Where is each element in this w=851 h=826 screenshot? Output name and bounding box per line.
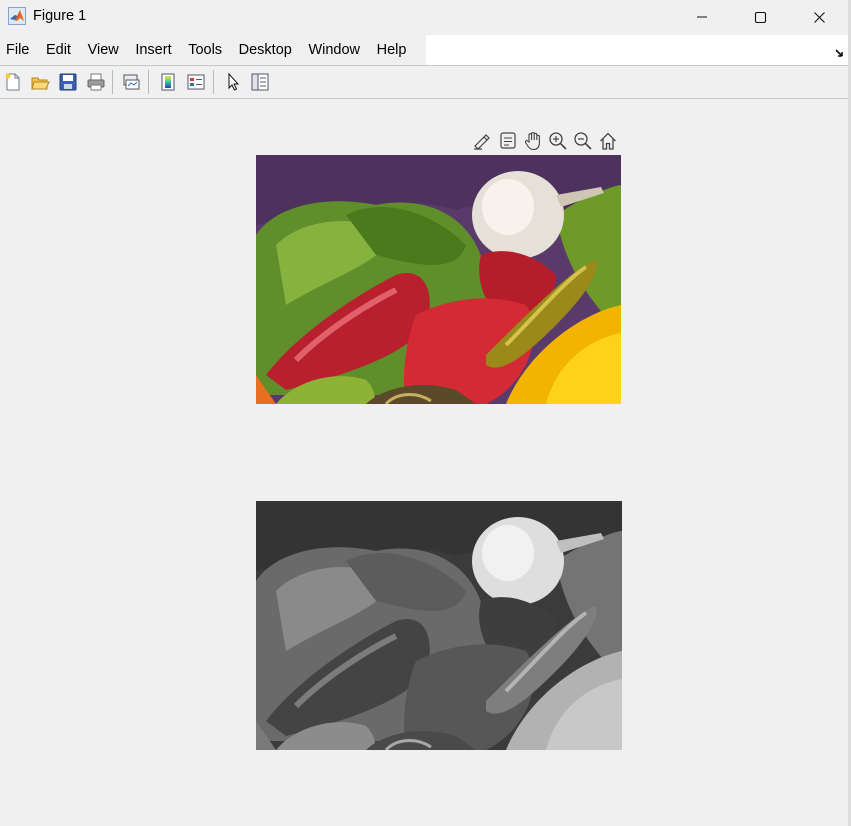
menu-divider bbox=[0, 65, 851, 66]
window-title: Figure 1 bbox=[33, 8, 87, 24]
menu-file[interactable]: File bbox=[0, 35, 38, 65]
axes-toolbar bbox=[471, 130, 621, 152]
zoom-out-icon[interactable] bbox=[572, 130, 594, 152]
toolbar-separator bbox=[148, 70, 149, 94]
matlab-logo-icon bbox=[8, 7, 26, 25]
save-icon[interactable] bbox=[56, 70, 80, 94]
property-inspector-icon[interactable] bbox=[248, 70, 272, 94]
restore-view-icon[interactable] bbox=[597, 130, 619, 152]
menu-help[interactable]: Help bbox=[368, 35, 414, 65]
grayscale-peppers-image[interactable] bbox=[256, 501, 622, 750]
dock-figure-icon[interactable] bbox=[835, 45, 845, 63]
new-figure-icon[interactable] bbox=[1, 70, 25, 94]
menu-tools[interactable]: Tools bbox=[180, 35, 230, 65]
insert-legend-icon[interactable] bbox=[184, 70, 208, 94]
figure-toolbar bbox=[0, 67, 851, 98]
toolbar-separator bbox=[213, 70, 214, 94]
toolbar-separator bbox=[112, 70, 113, 94]
minimize-icon bbox=[697, 16, 707, 18]
menu-strip-fill bbox=[426, 35, 851, 65]
print-icon[interactable] bbox=[84, 70, 108, 94]
title-bar: Figure 1 bbox=[0, 0, 851, 34]
menu-list: File Edit View Insert Tools Desktop Wind… bbox=[0, 35, 426, 65]
menu-window[interactable]: Window bbox=[300, 35, 368, 65]
maximize-button[interactable] bbox=[732, 0, 788, 34]
brush-icon[interactable] bbox=[471, 130, 493, 152]
color-peppers-image[interactable] bbox=[256, 155, 621, 404]
edit-plot-icon[interactable] bbox=[221, 70, 245, 94]
menu-view[interactable]: View bbox=[79, 35, 127, 65]
menu-edit[interactable]: Edit bbox=[38, 35, 80, 65]
close-button[interactable] bbox=[791, 0, 847, 34]
open-file-icon[interactable] bbox=[28, 70, 52, 94]
insert-colorbar-icon[interactable] bbox=[156, 70, 180, 94]
maximize-icon bbox=[754, 11, 766, 23]
minimize-button[interactable] bbox=[674, 0, 730, 34]
link-plot-icon[interactable] bbox=[119, 70, 143, 94]
pan-icon[interactable] bbox=[522, 130, 544, 152]
menu-desktop[interactable]: Desktop bbox=[230, 35, 300, 65]
data-tips-icon[interactable] bbox=[497, 130, 519, 152]
menu-bar: File Edit View Insert Tools Desktop Wind… bbox=[0, 35, 851, 65]
menu-insert[interactable]: Insert bbox=[127, 35, 180, 65]
close-icon bbox=[813, 11, 825, 23]
zoom-in-icon[interactable] bbox=[547, 130, 569, 152]
